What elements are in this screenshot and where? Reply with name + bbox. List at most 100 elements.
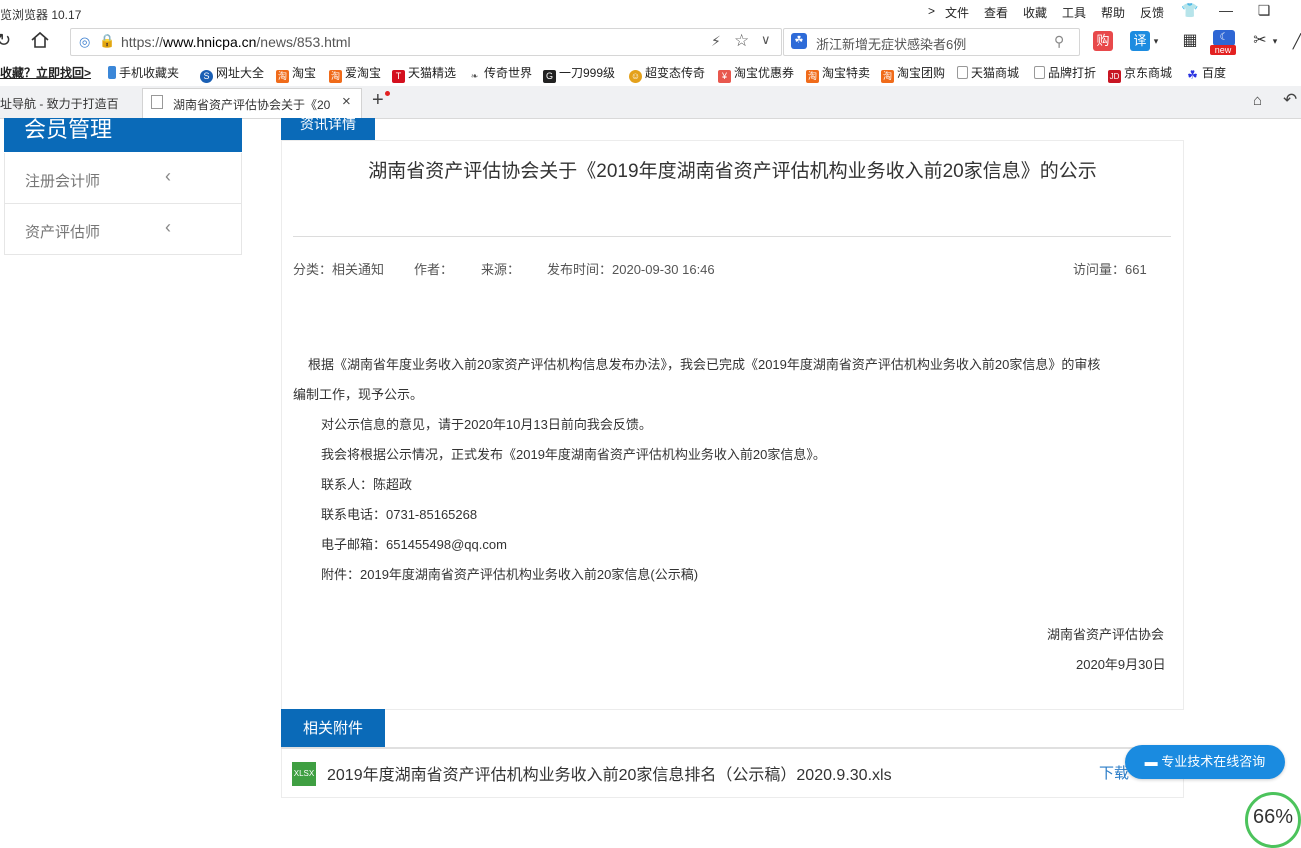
meta-published: 发布时间：2020-09-30 16:46 xyxy=(547,262,715,277)
meta-author: 作者： xyxy=(414,262,454,277)
contact-person: 联系人：陈超政 xyxy=(321,477,413,492)
article-paragraph: 我会将根据公示情况，正式发布《2019年度湖南省资产评估机构业务收入前20家信息… xyxy=(321,447,826,462)
article-title: 湖南省资产评估协会关于《2019年度湖南省资产评估机构业务收入前20家信息》的公… xyxy=(368,161,1097,182)
menu-help[interactable]: 帮助 xyxy=(1101,4,1125,21)
translate-button[interactable]: 译 xyxy=(1130,31,1150,51)
taobao-icon: 淘 xyxy=(276,70,289,83)
chevron-down-icon[interactable]: ▾ xyxy=(1151,31,1161,51)
lightning-icon[interactable]: ⚡ xyxy=(711,33,721,50)
baidu-icon: ☘ xyxy=(791,33,807,49)
tab-article[interactable]: 湖南省资产评估协会关于《20 × xyxy=(142,88,362,118)
contact-email: 电子邮箱：651455498@qq.com xyxy=(321,537,507,552)
tmall-icon: T xyxy=(392,70,405,83)
search-icon[interactable]: ⚲ xyxy=(1054,33,1064,50)
sidebar-item-cpa[interactable]: 注册会计师 ‹ xyxy=(4,153,242,204)
chat-icon: ▬ xyxy=(1144,754,1158,769)
signature-org: 湖南省资产评估协会 xyxy=(1047,627,1165,642)
attachment-filename[interactable]: 2019年度湖南省资产评估机构业务收入前20家信息排名（公示稿）2020.9.3… xyxy=(327,761,892,785)
coin-icon: ☺ xyxy=(629,70,642,83)
bookmark-tmall-select[interactable]: T 天猫精选 xyxy=(392,64,456,83)
article-paragraph: 编制工作，现予公示。 xyxy=(293,387,424,402)
home-icon[interactable] xyxy=(30,30,50,55)
close-icon[interactable]: × xyxy=(342,93,351,110)
skin-icon[interactable]: 👕 xyxy=(1177,2,1203,19)
bookmark-chuanqi[interactable]: ❧ 传奇世界 xyxy=(468,64,532,83)
new-badge: new xyxy=(1210,45,1236,55)
title-bar: 览浏览器 10.17 > 文件 查看 收藏 工具 帮助 反馈 👕 — ❏ xyxy=(0,0,1301,26)
search-input[interactable]: 浙江新增无症状感染者6例 xyxy=(816,34,966,53)
bookmark-tmall[interactable]: 天猫商城 xyxy=(957,64,1019,81)
speed-widget[interactable]: 66% xyxy=(1245,792,1301,848)
restore-icon[interactable]: ❏ xyxy=(1251,2,1277,19)
grid-icon[interactable]: ▦ xyxy=(1180,31,1200,51)
page-icon xyxy=(1034,66,1045,79)
divider xyxy=(293,236,1171,237)
url-text[interactable]: https://www.hnicpa.cn/news/853.html xyxy=(121,34,351,50)
bookmark-recover[interactable]: 收藏？立即找回> xyxy=(0,64,91,81)
bookmark-jd[interactable]: JD 京东商城 xyxy=(1108,64,1172,83)
moon-icon[interactable]: ☾ xyxy=(1213,30,1235,46)
bookmark-baidu[interactable]: ☘ 百度 xyxy=(1186,64,1226,82)
bookmark-yidao[interactable]: G 一刀999级 xyxy=(543,64,615,83)
tab-label: 湖南省资产评估协会关于《20 xyxy=(173,98,331,112)
buy-button[interactable]: 购 xyxy=(1093,31,1113,51)
meta-category: 分类：相关通知 xyxy=(293,262,385,277)
signature-date: 2020年9月30日 xyxy=(1076,657,1166,672)
bookmark-sites[interactable]: S 网址大全 xyxy=(200,64,264,83)
more-icon[interactable]: ╱ xyxy=(1292,31,1301,51)
attachments-label: 相关附件 xyxy=(281,709,385,748)
app-title: 览浏览器 10.17 xyxy=(0,8,82,22)
game-icon: G xyxy=(543,70,556,83)
online-consult-button[interactable]: ▬ 专业技术在线咨询 xyxy=(1125,745,1285,779)
scissors-icon[interactable]: ✂ xyxy=(1250,31,1270,51)
bookmark-chaobian[interactable]: ☺ 超变态传奇 xyxy=(629,64,705,83)
contact-phone: 联系电话：0731-85165268 xyxy=(321,507,478,522)
sidebar-item-appraiser[interactable]: 资产评估师 ‹ xyxy=(4,204,242,255)
chevron-left-icon: ‹ xyxy=(165,217,171,237)
notification-dot xyxy=(385,91,390,96)
tab-manager-icon[interactable]: ⌂ xyxy=(1253,92,1262,109)
sidebar-title-bar: 会员管理 xyxy=(4,117,242,152)
phone-icon xyxy=(108,66,116,79)
page-icon xyxy=(957,66,968,79)
taobao-icon: 淘 xyxy=(881,70,894,83)
article-paragraph: 根据《湖南省年度业务收入前20家资产评估机构信息发布办法》，我会已完成《2019… xyxy=(308,357,1101,372)
bookmark-coupon[interactable]: ¥ 淘宝优惠券 xyxy=(718,64,794,83)
coupon-icon: ¥ xyxy=(718,70,731,83)
baidu-icon: ☘ xyxy=(1186,68,1199,82)
bookmark-taobao[interactable]: 淘淘宝 xyxy=(276,64,316,83)
bookmark-tb-sale[interactable]: 淘淘宝特卖 xyxy=(806,64,870,83)
menu-tools[interactable]: 工具 xyxy=(1062,4,1086,21)
star-icon[interactable]: ☆ xyxy=(734,31,749,51)
lock-icon[interactable]: 🔒 xyxy=(99,33,115,49)
undo-close-icon[interactable]: ↶ xyxy=(1283,90,1297,110)
chevron-down-icon[interactable]: ∨ xyxy=(761,32,771,48)
menu-favorites[interactable]: 收藏 xyxy=(1023,4,1047,21)
attachment-note: 附件：2019年度湖南省资产评估机构业务收入前20家信息(公示稿) xyxy=(321,567,699,582)
chevron-down-icon[interactable]: ▾ xyxy=(1270,31,1280,51)
sidebar-item-label: 资产评估师 xyxy=(25,224,101,241)
menu-view[interactable]: 查看 xyxy=(984,4,1008,21)
sidebar-title: 会员管理 xyxy=(24,117,113,142)
meta-visits: 访问量：661 xyxy=(1073,262,1147,277)
menu-file[interactable]: 文件 xyxy=(945,4,969,21)
game-icon: ❧ xyxy=(468,70,481,83)
bookmark-tb-group[interactable]: 淘淘宝团购 xyxy=(881,64,945,83)
bookmark-mobile[interactable]: 手机收藏夹 xyxy=(108,64,179,81)
meta-source: 来源： xyxy=(481,262,521,277)
bookmark-brand[interactable]: 品牌打折 xyxy=(1034,64,1096,81)
new-tab-button[interactable]: + xyxy=(372,89,384,112)
menu-chevron[interactable]: > xyxy=(928,4,935,18)
jd-icon: JD xyxy=(1108,70,1121,83)
refresh-icon[interactable]: ↻ xyxy=(0,30,11,51)
shield-icon[interactable]: ◎ xyxy=(79,34,90,50)
page-icon xyxy=(151,95,163,109)
minimize-icon[interactable]: — xyxy=(1213,2,1239,18)
address-bar[interactable]: ◎ 🔒 https://www.hnicpa.cn/news/853.html … xyxy=(70,28,782,56)
search-box[interactable]: ☘ 浙江新增无症状感染者6例 ⚲ xyxy=(783,28,1080,56)
bookmark-aitaobao[interactable]: 淘爱淘宝 xyxy=(329,64,381,83)
taobao-icon: 淘 xyxy=(329,70,342,83)
article-paragraph: 对公示信息的意见，请于2020年10月13日前向我会反馈。 xyxy=(321,417,652,432)
xlsx-file-icon: XLSX xyxy=(292,762,316,786)
menu-feedback[interactable]: 反馈 xyxy=(1140,4,1164,21)
